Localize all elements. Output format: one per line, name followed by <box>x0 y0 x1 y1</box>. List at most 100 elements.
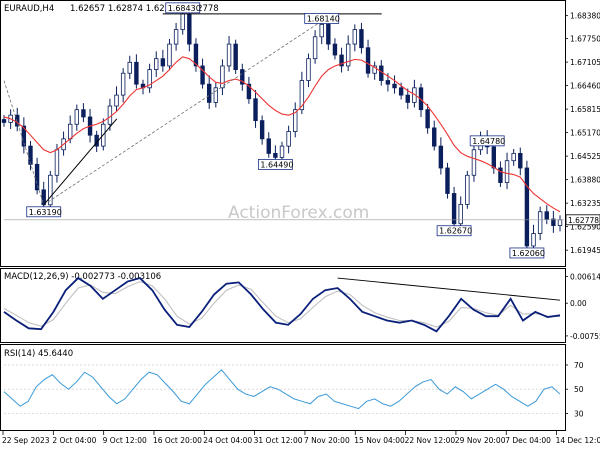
x-tick-label: 15 Nov 04:00 <box>354 436 405 445</box>
forex-chart: EURAUD,H4 1.62657 1.62874 1.62513 1.6277… <box>0 0 600 450</box>
candle-body <box>206 83 212 103</box>
candle-body <box>504 160 510 183</box>
swing-label-1.64490: 1.64490 <box>260 160 293 169</box>
candle-body <box>266 138 271 154</box>
candle-body <box>306 58 311 81</box>
swing-label-1.64780: 1.64780 <box>472 137 505 146</box>
x-tick-label: 22 Sep 2023 <box>2 436 50 445</box>
candle-body <box>445 167 450 194</box>
candle-body <box>458 204 463 225</box>
rsi-tick-30: 30 <box>574 409 584 418</box>
candle-body <box>34 163 40 191</box>
candle-body <box>451 193 457 225</box>
x-tick-label: 9 Oct 12:00 <box>103 436 147 445</box>
candle-body <box>279 145 285 158</box>
candle-body <box>220 65 225 89</box>
x-tick-label: 16 Oct 20:00 <box>153 436 202 445</box>
price-tick-1.63235: 1.63235 <box>570 199 600 208</box>
macd-tick--0.007555: -0.007555 <box>570 332 600 341</box>
candle-body <box>332 43 338 56</box>
price-tick-1.64525: 1.64525 <box>570 152 600 161</box>
price-tick-1.65815: 1.65815 <box>570 105 600 114</box>
candle-body <box>127 61 132 74</box>
candle-body <box>345 43 351 67</box>
swing-label-1.62670: 1.62670 <box>439 227 472 236</box>
candle-body <box>28 145 33 165</box>
macd-tick-0.00: 0.00 <box>570 299 587 308</box>
price-tick-1.61945: 1.61945 <box>570 246 600 255</box>
candle-body <box>134 61 139 85</box>
price-tick-1.66460: 1.66460 <box>570 82 600 91</box>
candle-body <box>114 94 119 107</box>
x-tick-label: 31 Oct 12:00 <box>254 436 303 445</box>
candle-body <box>524 167 530 247</box>
current-price-label: 1.62778 <box>568 216 599 225</box>
candle-body <box>226 43 232 67</box>
x-tick-label: 7 Nov 20:00 <box>304 436 350 445</box>
candle-body <box>1 119 7 123</box>
candle-body <box>67 123 73 140</box>
candle-body <box>319 24 324 38</box>
candle-body <box>167 43 172 67</box>
candle-body <box>160 58 166 67</box>
x-tick-label: 2 Oct 04:00 <box>52 436 96 445</box>
candle-body <box>518 153 523 169</box>
candle-body <box>511 153 516 162</box>
candle-body <box>312 36 318 60</box>
candle-body <box>259 120 265 140</box>
candle-body <box>531 233 536 247</box>
candle-body <box>273 153 278 158</box>
x-tick-label: 7 Dec 04:00 <box>505 436 551 445</box>
price-tick-1.68380: 1.68380 <box>570 12 600 21</box>
candle-body <box>359 29 364 49</box>
candle-body <box>107 105 113 125</box>
rsi-tick-50: 50 <box>574 385 584 394</box>
swing-label-1.62060: 1.62060 <box>512 249 545 258</box>
price-tick-1.67105: 1.67105 <box>570 58 600 67</box>
candle-body <box>557 219 563 226</box>
swing-label-1.63190: 1.63190 <box>29 208 62 217</box>
rsi-title: RSI(14) 45.6440 <box>4 349 73 359</box>
candle-body <box>432 127 437 147</box>
candle-body <box>398 87 404 96</box>
candle-body <box>471 149 477 176</box>
candle-body <box>425 109 430 129</box>
swing-label-1.68430: 1.68430 <box>168 4 201 13</box>
candle-body <box>180 13 185 30</box>
x-tick-label: 24 Oct 04:00 <box>203 436 252 445</box>
candle-body <box>405 94 410 103</box>
x-tick-label: 22 Nov 12:00 <box>405 436 456 445</box>
candle-body <box>465 174 470 205</box>
symbol-label: EURAUD,H4 <box>4 4 54 14</box>
price-tick-1.63880: 1.63880 <box>570 176 600 185</box>
candle-body <box>544 211 549 220</box>
candle-body <box>392 83 397 89</box>
price-tick-1.65170: 1.65170 <box>570 129 600 138</box>
swing-label-1.68140: 1.68140 <box>307 14 340 23</box>
rsi-panel <box>0 344 566 431</box>
candle-body <box>286 131 291 147</box>
x-tick-label: 14 Dec 12:00 <box>556 436 600 445</box>
candle-body <box>81 109 86 118</box>
rsi-tick-70: 70 <box>574 361 584 370</box>
candle-body <box>233 43 238 70</box>
candle-body <box>326 24 331 45</box>
candle-body <box>438 145 444 169</box>
candle-body <box>385 80 391 85</box>
price-tick-1.67750: 1.67750 <box>570 35 600 44</box>
candle-body <box>352 29 358 45</box>
candle-body <box>537 211 543 234</box>
candle-body <box>253 98 258 122</box>
candle-body <box>154 58 159 70</box>
candle-body <box>120 72 126 96</box>
candle-body <box>491 146 497 169</box>
candle-body <box>74 109 80 125</box>
candle-body <box>187 13 192 45</box>
candle-body <box>365 47 371 74</box>
macd-tick-0.006144: 0.006144 <box>570 273 600 282</box>
candle-body <box>54 149 60 176</box>
candle-body <box>173 29 179 45</box>
x-tick-label: 29 Nov 20:00 <box>455 436 506 445</box>
chart-svg: EURAUD,H4 1.62657 1.62874 1.62513 1.6277… <box>0 0 600 445</box>
candle-body <box>15 114 20 127</box>
